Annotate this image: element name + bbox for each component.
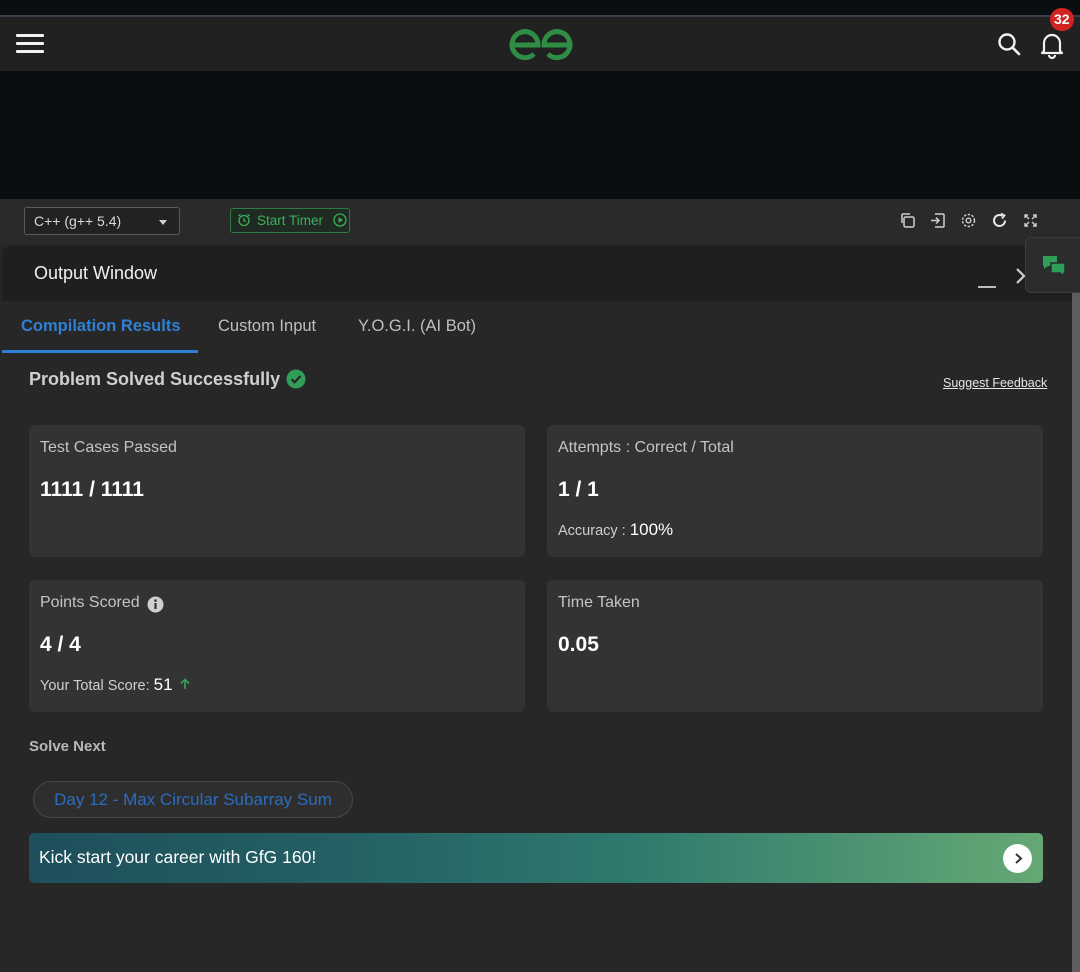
time-label: Time Taken <box>558 594 640 611</box>
fullscreen-icon[interactable] <box>1022 212 1039 229</box>
status-message: Problem Solved Successfully <box>29 369 281 389</box>
language-select[interactable]: C++ (g++ 5.4) <box>24 207 180 235</box>
points-label: Points Scored <box>40 594 140 611</box>
tab-yogi-ai-bot[interactable]: Y.O.G.I. (AI Bot) <box>358 317 476 336</box>
total-score-row: Your Total Score: 51 <box>40 675 192 695</box>
tab-custom-input[interactable]: Custom Input <box>218 317 316 336</box>
chat-button[interactable] <box>1025 237 1080 293</box>
test-cases-label: Test Cases Passed <box>40 439 177 456</box>
banner-arrow-button[interactable] <box>1003 844 1032 873</box>
attempts-value: 1 / 1 <box>558 478 599 501</box>
points-value: 4 / 4 <box>40 633 81 656</box>
output-window-header: Output Window <box>2 246 1080 301</box>
total-score-label: Your Total Score: <box>40 678 150 694</box>
reset-icon[interactable] <box>991 212 1008 229</box>
play-icon <box>333 213 347 227</box>
test-cases-value: 1111 / 1111 <box>40 478 144 501</box>
active-tab-indicator <box>2 350 198 353</box>
menu-icon[interactable] <box>16 34 44 54</box>
chevron-right-icon <box>1015 853 1023 864</box>
accuracy-row: Accuracy :100% <box>558 520 673 540</box>
alarm-icon <box>238 213 250 227</box>
notification-badge: 32 <box>1050 8 1074 31</box>
total-score-value: 51 <box>153 675 173 694</box>
start-timer-button[interactable]: Start Timer <box>230 208 350 233</box>
search-icon[interactable] <box>996 31 1022 57</box>
scrollbar[interactable] <box>1072 292 1080 972</box>
time-card: Time Taken 0.05 <box>547 580 1043 712</box>
caret-down-icon <box>159 220 167 225</box>
points-card: Points Scored 4 / 4 Your Total Score: 51 <box>29 580 525 712</box>
start-timer-label: Start Timer <box>257 213 324 228</box>
attempts-label: Attempts : Correct / Total <box>558 439 734 456</box>
check-circle-icon <box>286 369 306 389</box>
site-header <box>0 17 1080 71</box>
output-window-title: Output Window <box>34 263 158 283</box>
suggest-feedback-link[interactable]: Suggest Feedback <box>943 376 1047 390</box>
next-problem-link[interactable]: Day 12 - Max Circular Subarray Sum <box>33 781 353 818</box>
attempts-card: Attempts : Correct / Total 1 / 1 Accurac… <box>547 425 1043 557</box>
settings-icon[interactable] <box>960 212 977 229</box>
info-icon[interactable] <box>147 596 164 613</box>
language-value: C++ (g++ 5.4) <box>34 213 122 229</box>
arrow-up-icon <box>179 678 190 689</box>
gfg-logo[interactable] <box>506 23 576 65</box>
submit-icon[interactable] <box>929 212 946 229</box>
accuracy-value: 100% <box>629 520 674 539</box>
gfg160-banner[interactable]: Kick start your career with GfG 160! <box>29 833 1043 883</box>
tab-compilation-results[interactable]: Compilation Results <box>21 317 181 336</box>
banner-text: Kick start your career with GfG 160! <box>39 847 317 867</box>
bell-icon[interactable] <box>1038 30 1066 60</box>
editor-toolbar: C++ (g++ 5.4) Start Timer <box>0 199 1080 244</box>
top-strip <box>0 0 1080 15</box>
accuracy-label: Accuracy : <box>558 523 626 539</box>
solve-next-heading: Solve Next <box>29 738 106 755</box>
minimize-icon[interactable] <box>976 278 998 288</box>
test-cases-card: Test Cases Passed 1111 / 1111 <box>29 425 525 557</box>
chat-icon <box>1043 256 1066 278</box>
problem-area-band <box>0 71 1080 199</box>
copy-icon[interactable] <box>899 212 916 229</box>
time-value: 0.05 <box>558 633 599 656</box>
output-tabs: Compilation Results Custom Input Y.O.G.I… <box>0 301 1072 353</box>
